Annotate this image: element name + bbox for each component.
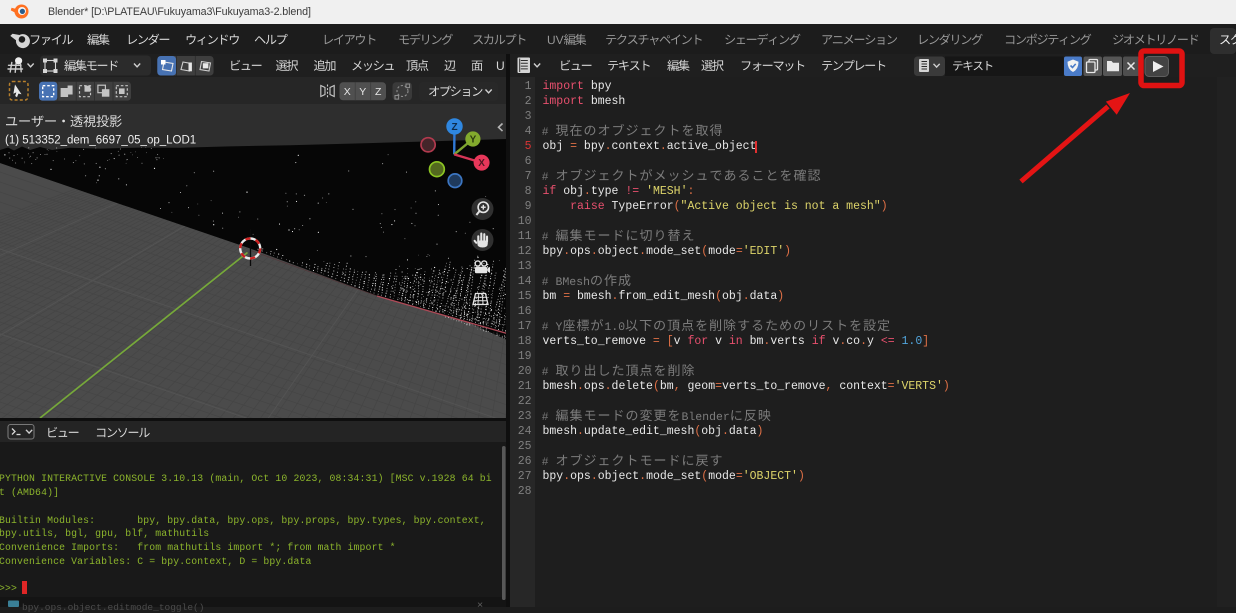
svg-text:Z: Z [375, 86, 382, 98]
svg-text:Y: Y [470, 135, 477, 146]
svg-text:U: U [496, 59, 505, 73]
svg-text:(1) 513352_dem_6697_05_op_LOD1: (1) 513352_dem_6697_05_op_LOD1 [5, 135, 196, 147]
svg-text:Z: Z [451, 122, 457, 133]
svg-text:X: X [344, 86, 351, 98]
svg-text:Y: Y [359, 86, 366, 98]
svg-text:X: X [478, 158, 485, 169]
